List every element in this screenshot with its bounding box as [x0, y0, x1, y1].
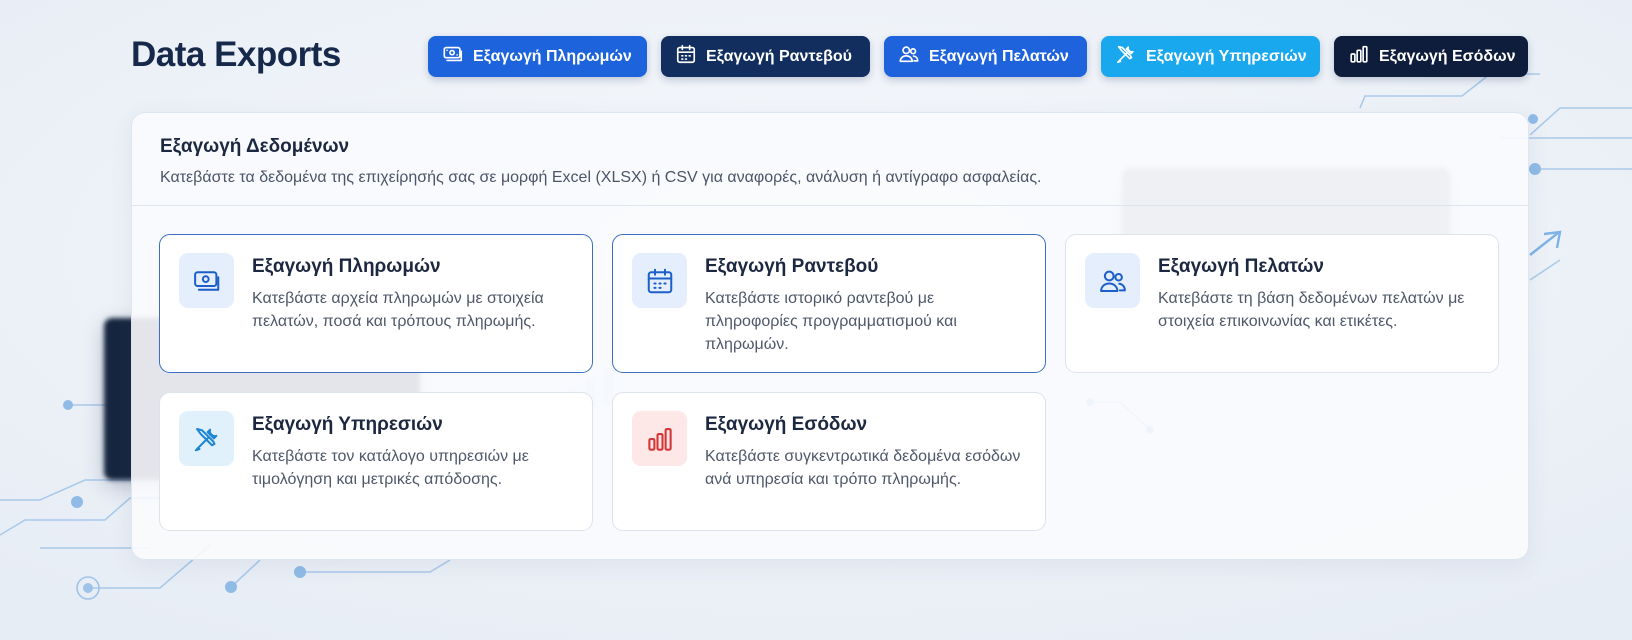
page-title: Data Exports [131, 35, 341, 74]
export-services-button-label: Εξαγωγή Υπηρεσιών [1146, 47, 1307, 65]
export-customers-button[interactable]: Εξαγωγή Πελατών [884, 36, 1087, 77]
export-services-card[interactable]: Εξαγωγή Υπηρεσιών Κατεβάστε τον κατάλογο… [159, 392, 593, 531]
card-description: Κατεβάστε συγκεντρωτικά δεδομένα εσόδων … [705, 448, 1021, 488]
card-description: Κατεβάστε τη βάση δεδομένων πελατών με σ… [1158, 290, 1465, 330]
export-customers-button-label: Εξαγωγή Πελατών [929, 47, 1069, 65]
card-title: Εξαγωγή Ραντεβού [705, 256, 879, 277]
export-revenue-button-label: Εξαγωγή Εσόδων [1379, 47, 1516, 65]
calendar-icon [632, 253, 687, 308]
users-icon [898, 43, 920, 70]
tools-icon [179, 411, 234, 466]
export-payments-button-label: Εξαγωγή Πληρωμών [473, 47, 632, 65]
export-appointments-button[interactable]: Εξαγωγή Ραντεβού [661, 36, 870, 77]
card-description: Κατεβάστε τον κατάλογο υπηρεσιών με τιμο… [252, 448, 529, 488]
card-title: Εξαγωγή Υπηρεσιών [252, 414, 443, 435]
panel-description: Κατεβάστε τα δεδομένα της επιχείρησής σα… [160, 169, 1042, 186]
export-payments-button[interactable]: Εξαγωγή Πληρωμών [428, 36, 647, 77]
card-title: Εξαγωγή Πελατών [1158, 256, 1324, 277]
card-description: Κατεβάστε αρχεία πληρωμών με στοιχεία πε… [252, 290, 544, 330]
export-appointments-button-label: Εξαγωγή Ραντεβού [706, 47, 852, 65]
export-customers-card[interactable]: Εξαγωγή Πελατών Κατεβάστε τη βάση δεδομέ… [1065, 234, 1499, 373]
export-revenue-button[interactable]: Εξαγωγή Εσόδων [1334, 36, 1528, 77]
card-description: Κατεβάστε ιστορικό ραντεβού με πληροφορί… [705, 290, 957, 353]
export-services-button[interactable]: Εξαγωγή Υπηρεσιών [1101, 36, 1320, 77]
cash-icon [179, 253, 234, 308]
panel-title: Εξαγωγή Δεδομένων [160, 136, 350, 157]
cash-icon [442, 43, 464, 70]
users-icon [1085, 253, 1140, 308]
card-title: Εξαγωγή Εσόδων [705, 414, 868, 435]
bar-chart-icon [1348, 43, 1370, 70]
export-payments-card[interactable]: Εξαγωγή Πληρωμών Κατεβάστε αρχεία πληρωμ… [159, 234, 593, 373]
card-title: Εξαγωγή Πληρωμών [252, 256, 441, 277]
panel-header: Εξαγωγή Δεδομένων Κατεβάστε τα δεδομένα … [132, 113, 1528, 206]
export-revenue-card[interactable]: Εξαγωγή Εσόδων Κατεβάστε συγκεντρωτικά δ… [612, 392, 1046, 531]
bar-chart-icon [632, 411, 687, 466]
tools-icon [1115, 43, 1137, 70]
calendar-icon [675, 43, 697, 70]
export-appointments-card[interactable]: Εξαγωγή Ραντεβού Κατεβάστε ιστορικό ραντ… [612, 234, 1046, 373]
